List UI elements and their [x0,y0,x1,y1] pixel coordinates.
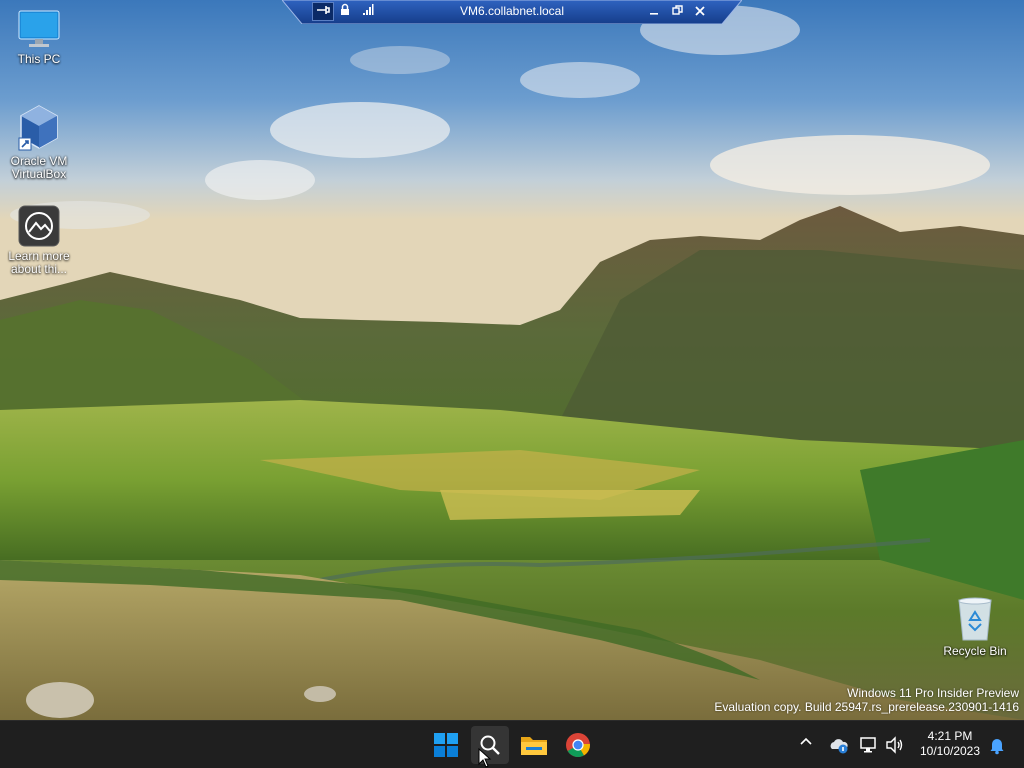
clock-time: 4:21 PM [927,729,973,743]
minimize-icon[interactable] [644,3,664,21]
watermark-line-2: Evaluation copy. Build 25947.rs_prerelea… [714,700,1019,714]
watermark-line-1: Windows 11 Pro Insider Preview [847,686,1019,700]
notification-bell-icon[interactable] [986,734,1008,756]
desktop-icon-this-pc[interactable]: This PC [3,8,75,66]
volume-icon[interactable] [884,734,906,756]
desktop-icon-label: This PC [17,52,61,66]
pin-icon[interactable] [312,2,334,21]
chrome-button[interactable] [559,726,597,764]
virtualbox-icon [18,105,58,151]
file-explorer-button[interactable] [515,726,553,764]
mouse-cursor-icon [478,748,492,768]
lock-icon[interactable] [335,3,355,21]
desktop-icon-label: Oracle VM VirtualBox [10,154,68,181]
monitor-icon [18,10,60,47]
evaluation-watermark: Windows 11 Pro Insider Preview Evaluatio… [714,686,1019,714]
desktop-icon-recycle-bin[interactable]: Recycle Bin [939,596,1011,658]
chrome-icon [566,733,590,758]
desktop[interactable]: VM6.collabnet.local This PC Oracle VM Vi… [0,0,1024,720]
recycle-bin-icon [958,597,992,641]
desktop-icon-label: Recycle Bin [943,644,1007,658]
desktop-icon-learn-more[interactable]: Learn more about thi... [3,205,75,276]
taskbar: 4:21 PM 10/10/2023 [0,720,1024,768]
desktop-icon-virtualbox[interactable]: Oracle VM VirtualBox [3,104,75,181]
restore-icon[interactable] [667,3,687,21]
learn-more-icon [18,205,60,247]
network-icon[interactable] [858,734,880,756]
windows-start-icon [434,733,458,757]
onedrive-icon[interactable] [828,734,850,756]
signal-icon[interactable] [358,3,378,21]
close-icon[interactable] [690,3,710,21]
start-button[interactable] [427,726,465,764]
remote-desktop-connection-bar: VM6.collabnet.local [282,0,742,24]
show-hidden-icons-chevron-icon[interactable] [796,735,816,755]
desktop-icon-label: Learn more about thi... [8,249,70,276]
wallpaper-landscape [0,0,1024,720]
clock-date: 10/10/2023 [919,744,981,758]
folder-icon [521,737,547,755]
connection-bar-title: VM6.collabnet.local [459,4,565,18]
clock[interactable]: 4:21 PM 10/10/2023 [912,729,988,759]
